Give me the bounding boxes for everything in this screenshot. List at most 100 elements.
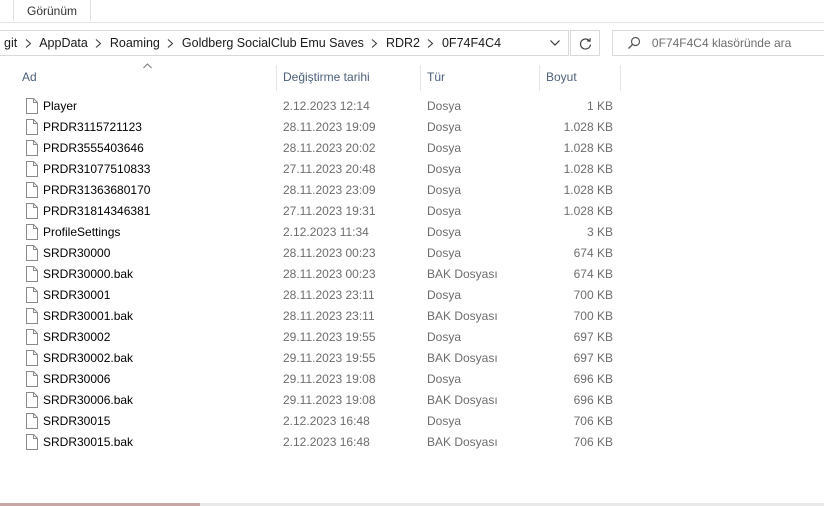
file-size: 706 KB	[573, 414, 613, 428]
file-name[interactable]: SRDR30001	[43, 285, 110, 306]
file-name[interactable]: PRDR31077510833	[43, 159, 150, 180]
file-row[interactable]: SRDR30001 28.11.2023 23:11 Dosya 700 KB	[0, 285, 824, 306]
breadcrumb-item-appdata[interactable]: AppData	[35, 36, 92, 50]
file-row[interactable]: PRDR31363680170 28.11.2023 23:09 Dosya 1.02…	[0, 180, 824, 201]
file-name[interactable]: SRDR30001.bak	[43, 306, 133, 327]
chevron-right-icon[interactable]	[164, 36, 178, 50]
file-name[interactable]: PRDR31363680170	[43, 180, 150, 201]
file-modified-date: 2.12.2023 16:48	[283, 435, 370, 449]
file-name[interactable]: PRDR3555403646	[43, 138, 144, 159]
file-name[interactable]: SRDR30000.bak	[43, 264, 133, 285]
file-row[interactable]: SRDR30006.bak 29.11.2023 19:08 BAK Dosyası…	[0, 390, 824, 411]
file-type: Dosya	[427, 99, 462, 113]
column-headers: Ad Değiştirme tarihi Tür Boyut	[0, 62, 824, 92]
chevron-right-icon[interactable]	[21, 36, 35, 50]
file-name[interactable]: PRDR31814346381	[43, 201, 150, 222]
file-modified-date: 28.11.2023 23:09	[283, 183, 376, 197]
file-row[interactable]: ProfileSettings 2.12.2023 11:34 Dosya 3 KB	[0, 222, 824, 243]
search-input[interactable]	[651, 36, 824, 50]
breadcrumb-item-roaming[interactable]: Roaming	[106, 36, 164, 50]
file-name[interactable]: SRDR30006	[43, 369, 110, 390]
column-divider[interactable]	[620, 65, 621, 91]
file-size: 697 KB	[573, 351, 613, 365]
file-icon	[26, 182, 38, 198]
file-name[interactable]: ProfileSettings	[43, 222, 120, 243]
file-modified-date: 29.11.2023 19:55	[283, 351, 376, 365]
file-name[interactable]: SRDR30002	[43, 327, 110, 348]
file-icon	[26, 224, 38, 240]
file-row[interactable]: PRDR31814346381 27.11.2023 19:31 Dosya 1.02…	[0, 201, 824, 222]
file-size: 1.028 KB	[563, 204, 613, 218]
file-modified-date: 28.11.2023 20:02	[283, 141, 376, 155]
ribbon-bar: Görünüm	[0, 0, 824, 23]
chevron-right-icon[interactable]	[368, 36, 382, 50]
file-row[interactable]: PRDR3115721123 28.11.2023 19:09 Dosya 1.028…	[0, 117, 824, 138]
file-row[interactable]: SRDR30002 29.11.2023 19:55 Dosya 697 KB	[0, 327, 824, 348]
file-modified-date: 29.11.2023 19:08	[283, 372, 376, 386]
file-name[interactable]: SRDR30015.bak	[43, 432, 133, 453]
tab-view[interactable]: Görünüm	[13, 0, 92, 21]
search-box[interactable]	[612, 30, 824, 56]
file-row[interactable]: SRDR30006 29.11.2023 19:08 Dosya 696 KB	[0, 369, 824, 390]
file-icon	[26, 245, 38, 261]
file-type: Dosya	[427, 246, 462, 260]
file-row[interactable]: Player 2.12.2023 12:14 Dosya 1 KB	[0, 96, 824, 117]
file-type: Dosya	[427, 225, 462, 239]
column-header-name[interactable]: Ad	[15, 62, 275, 92]
file-size: 674 KB	[573, 267, 613, 281]
file-icon	[26, 350, 38, 366]
file-size: 696 KB	[573, 393, 613, 407]
file-type: Dosya	[427, 120, 462, 134]
file-size: 1.028 KB	[563, 120, 613, 134]
breadcrumb-item-current[interactable]: 0F74F4C4	[438, 36, 505, 50]
file-icon	[26, 140, 38, 156]
file-row[interactable]: SRDR30001.bak 28.11.2023 23:11 BAK Dosyası…	[0, 306, 824, 327]
file-modified-date: 2.12.2023 11:34	[283, 225, 369, 239]
file-list: Player 2.12.2023 12:14 Dosya 1 KB PRDR311572…	[0, 96, 824, 453]
address-history-dropdown[interactable]	[542, 31, 568, 55]
file-name[interactable]: SRDR30015	[43, 411, 110, 432]
file-type: Dosya	[427, 204, 462, 218]
file-name[interactable]: SRDR30002.bak	[43, 348, 133, 369]
file-icon	[26, 266, 38, 282]
file-name[interactable]: SRDR30000	[43, 243, 110, 264]
file-row[interactable]: PRDR31077510833 27.11.2023 20:48 Dosya 1.02…	[0, 159, 824, 180]
breadcrumb-item-rdr2[interactable]: RDR2	[382, 36, 424, 50]
file-size: 697 KB	[573, 330, 613, 344]
file-row[interactable]: SRDR30000.bak 28.11.2023 00:23 BAK Dosyası…	[0, 264, 824, 285]
breadcrumb-item-git[interactable]: git	[0, 36, 21, 50]
address-bar[interactable]: git AppData Roaming Goldberg SocialClub …	[0, 30, 569, 56]
file-size: 1.028 KB	[563, 141, 613, 155]
file-type: Dosya	[427, 372, 462, 386]
file-name[interactable]: PRDR3115721123	[43, 117, 142, 138]
file-type: Dosya	[427, 414, 462, 428]
file-name[interactable]: SRDR30006.bak	[43, 390, 133, 411]
file-row[interactable]: SRDR30002.bak 29.11.2023 19:55 BAK Dosyası…	[0, 348, 824, 369]
file-type: Dosya	[427, 141, 462, 155]
chevron-right-icon[interactable]	[92, 36, 106, 50]
file-type: Dosya	[427, 183, 462, 197]
file-row[interactable]: SRDR30015 2.12.2023 16:48 Dosya 706 KB	[0, 411, 824, 432]
file-modified-date: 28.11.2023 23:11	[283, 288, 375, 302]
file-row[interactable]: SRDR30015.bak 2.12.2023 16:48 BAK Dosyası 7…	[0, 432, 824, 453]
file-modified-date: 28.11.2023 19:09	[283, 120, 376, 134]
file-size: 700 KB	[573, 309, 613, 323]
column-header-date[interactable]: Değiştirme tarihi	[276, 62, 420, 92]
file-icon	[26, 161, 38, 177]
file-type: BAK Dosyası	[427, 435, 498, 449]
chevron-right-icon[interactable]	[424, 36, 438, 50]
file-icon	[26, 119, 38, 135]
file-icon	[26, 329, 38, 345]
file-name[interactable]: Player	[43, 96, 77, 117]
column-header-size[interactable]: Boyut	[539, 62, 620, 92]
refresh-button[interactable]	[570, 30, 600, 56]
refresh-icon	[579, 37, 591, 50]
file-modified-date: 27.11.2023 19:31	[283, 204, 376, 218]
file-icon	[26, 392, 38, 408]
file-size: 706 KB	[573, 435, 613, 449]
file-row[interactable]: PRDR3555403646 28.11.2023 20:02 Dosya 1.028…	[0, 138, 824, 159]
breadcrumb-item-goldberg[interactable]: Goldberg SocialClub Emu Saves	[178, 36, 368, 50]
chevron-down-icon	[550, 40, 560, 46]
column-header-type[interactable]: Tür	[420, 62, 539, 92]
file-row[interactable]: SRDR30000 28.11.2023 00:23 Dosya 674 KB	[0, 243, 824, 264]
